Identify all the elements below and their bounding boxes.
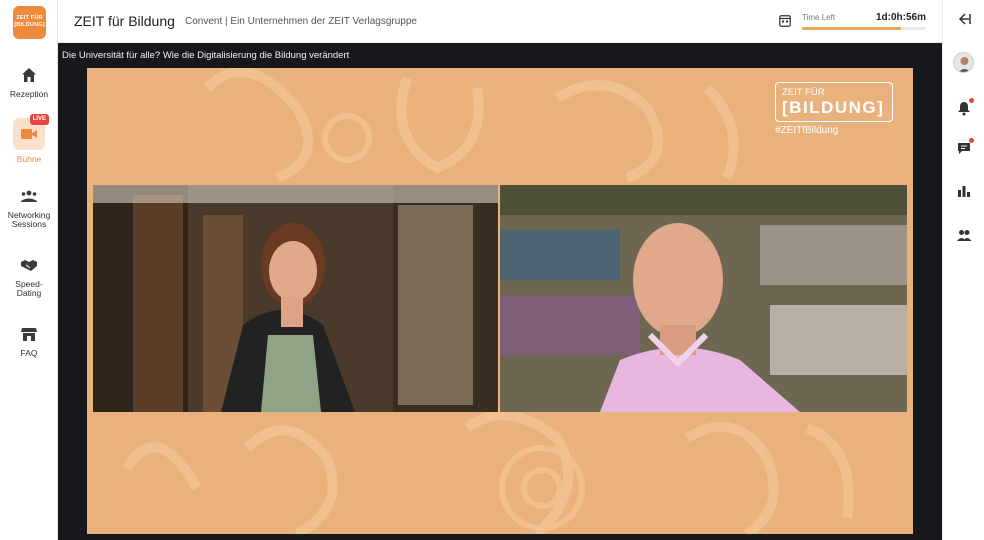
sidebar-item-label: Speed-Dating <box>15 279 43 298</box>
notification-dot <box>969 98 974 103</box>
speaker-right-image <box>500 185 907 412</box>
poll-icon[interactable] <box>956 183 972 199</box>
brand-box: ZEIT FÜR [BILDUNG] <box>775 82 893 122</box>
right-rail <box>942 0 984 540</box>
brand-main: [BILDUNG] <box>782 98 885 117</box>
notifications-button[interactable] <box>956 98 974 116</box>
sidebar-item-speed-dating[interactable]: Speed-Dating <box>0 256 58 298</box>
avatar[interactable] <box>953 52 974 73</box>
time-progress-track <box>802 27 926 30</box>
sidebar-item-faq[interactable]: FAQ <box>0 325 58 358</box>
video-stream[interactable]: ZEIT FÜR [BILDUNG] #ZEITfBildung <box>87 68 913 534</box>
speaker-video-right[interactable] <box>500 185 907 412</box>
handshake-icon <box>21 260 37 271</box>
event-logo[interactable]: ZEIT FÜR [BILDUNG] <box>13 6 46 39</box>
app-subtitle: Convent | Ein Unternehmen der ZEIT Verla… <box>185 16 417 27</box>
speaker-left-image <box>93 185 498 412</box>
speaker-video-left[interactable] <box>93 185 498 412</box>
sidebar-item-label: Rezeption <box>9 89 49 99</box>
logo-line2: [BILDUNG] <box>14 22 45 28</box>
sidebar-item-buehne[interactable]: LIVE Bühne <box>0 114 58 164</box>
top-header: ZEIT für Bildung Convent | Ein Unternehm… <box>58 0 942 43</box>
left-sidebar: ZEIT FÜR [BILDUNG] Rezeption LIVE Bühne … <box>0 0 58 540</box>
sidebar-item-label: Networking Sessions <box>7 210 51 229</box>
app-window: ZEIT FÜR [BILDUNG] Rezeption LIVE Bühne … <box>0 0 984 540</box>
stage-camera-icon <box>21 129 37 139</box>
sidebar-item-label: FAQ <box>20 348 38 358</box>
brand-hashtag: #ZEITfBildung <box>775 125 839 136</box>
session-title: Die Universität für alle? Wie die Digita… <box>62 50 350 61</box>
sidebar-item-label: Bühne <box>16 154 42 164</box>
time-left-label: Time Left <box>802 13 836 22</box>
people-icon[interactable] <box>956 227 972 243</box>
booth-icon <box>21 328 37 341</box>
time-progress-fill <box>802 27 902 30</box>
stage-icon-box: LIVE <box>13 114 49 150</box>
networking-icon <box>21 190 37 202</box>
calendar-icon[interactable] <box>779 14 791 27</box>
app-title: ZEIT für Bildung <box>74 13 175 29</box>
time-left-value: 1d:0h:56m <box>875 12 926 23</box>
live-badge: LIVE <box>29 114 49 125</box>
brand-watermark: ZEIT FÜR [BILDUNG] #ZEITfBildung <box>775 82 897 136</box>
notification-dot <box>969 138 974 143</box>
chat-button[interactable] <box>956 138 974 156</box>
brand-top: ZEIT FÜR <box>782 87 825 98</box>
stage-area: Die Universität für alle? Wie die Digita… <box>58 43 942 540</box>
home-icon <box>22 68 36 82</box>
avatar-image <box>954 53 973 72</box>
logo-line1: ZEIT FÜR <box>16 15 43 21</box>
sidebar-item-rezeption[interactable]: Rezeption <box>0 66 58 99</box>
collapse-icon[interactable] <box>956 11 972 27</box>
sidebar-item-networking[interactable]: Networking Sessions <box>0 187 58 229</box>
